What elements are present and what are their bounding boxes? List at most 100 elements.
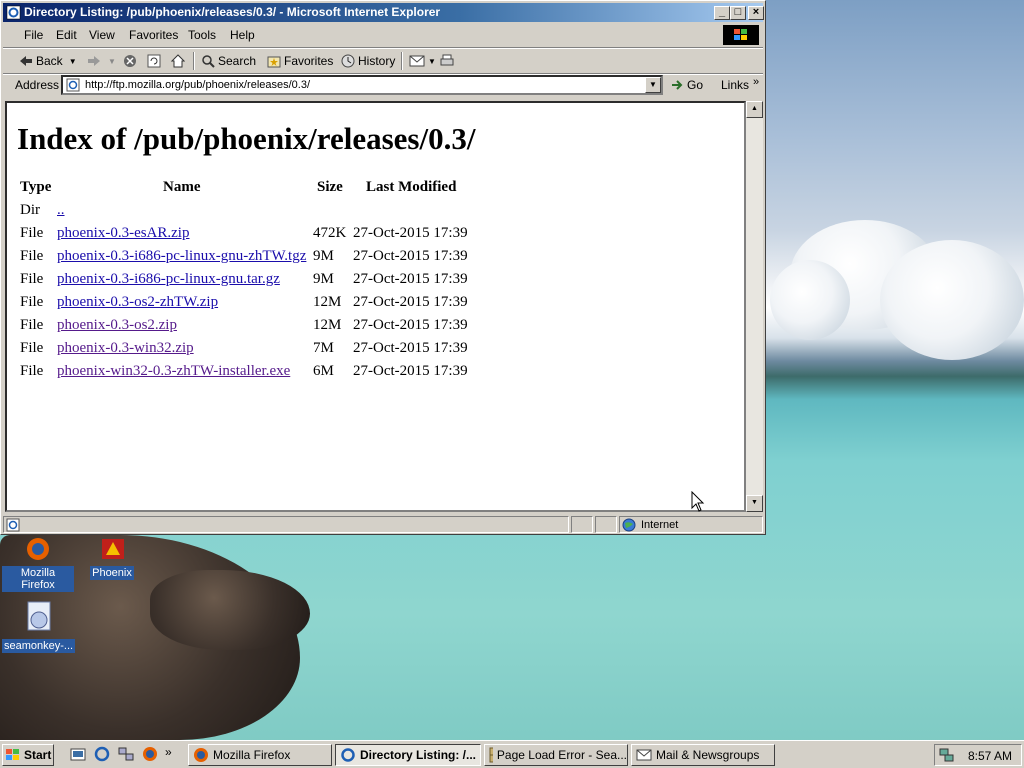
row-size: 12M <box>313 294 342 310</box>
row-type: File <box>20 248 44 264</box>
chevron-right-icon[interactable]: » <box>165 745 172 759</box>
row-modified: 27-Oct-2015 17:39 <box>353 294 468 310</box>
task-mozilla-firefox[interactable]: Mozilla Firefox <box>188 744 332 766</box>
desktop-icon-firefox[interactable]: Mozilla Firefox <box>2 537 74 592</box>
forward-button[interactable]: ▼ <box>87 52 116 70</box>
mouse-cursor-icon <box>691 491 705 512</box>
column-header-type: Type <box>20 179 52 195</box>
chevron-down-icon: ▼ <box>649 80 657 89</box>
file-link[interactable]: phoenix-0.3-win32.zip <box>57 340 194 356</box>
parent-dir-link[interactable]: .. <box>57 202 65 218</box>
firefox-icon[interactable] <box>142 746 158 762</box>
row-type: File <box>20 271 44 287</box>
links-button[interactable]: Links <box>721 78 749 92</box>
address-url: http://ftp.mozilla.org/pub/phoenix/relea… <box>85 79 311 91</box>
row-size: 472K <box>313 225 347 241</box>
row-type: File <box>20 294 44 310</box>
show-desktop-icon[interactable] <box>70 746 86 762</box>
row-size: 6M <box>313 363 334 379</box>
favorites-button[interactable]: Favorites <box>267 52 333 70</box>
phoenix-icon <box>102 539 124 559</box>
ie-icon <box>341 748 355 762</box>
history-button[interactable]: History <box>341 52 395 70</box>
status-bar: Internet <box>3 515 763 534</box>
scroll-up-button[interactable]: ▲ <box>746 101 763 118</box>
minimize-button[interactable]: _ <box>714 6 730 20</box>
row-modified: 27-Oct-2015 17:39 <box>353 271 468 287</box>
file-link[interactable]: phoenix-0.3-esAR.zip <box>57 225 189 241</box>
file-link[interactable]: phoenix-win32-0.3-zhTW-installer.exe <box>57 363 290 379</box>
chevron-down-icon[interactable]: ▼ <box>108 57 116 66</box>
row-type: File <box>20 225 44 241</box>
page-heading: Index of /pub/phoenix/releases/0.3/ <box>17 121 476 156</box>
menu-help[interactable]: Help <box>230 28 255 42</box>
file-link[interactable]: phoenix-0.3-os2-zhTW.zip <box>57 294 218 310</box>
taskbar: Start » Mozilla Firefox Directory Listin… <box>0 740 1024 768</box>
favorites-icon <box>267 56 281 68</box>
close-button[interactable]: × <box>748 6 764 20</box>
vertical-scrollbar[interactable]: ▲ ▼ <box>746 101 763 512</box>
task-page-load-error[interactable]: Page Load Error - Sea... <box>484 744 628 766</box>
go-button[interactable]: Go <box>671 78 703 92</box>
start-button[interactable]: Start <box>2 744 54 766</box>
desktop-icon-seamonkey[interactable]: seamonkey-... <box>2 600 76 653</box>
menu-file[interactable]: File <box>24 28 43 42</box>
stop-button[interactable] <box>123 52 140 70</box>
file-link[interactable]: phoenix-0.3-i686-pc-linux-gnu-zhTW.tgz <box>57 248 306 264</box>
windows-logo-icon <box>6 749 19 760</box>
page-status-icon <box>6 518 20 532</box>
mail-button[interactable]: ▼ <box>409 52 436 70</box>
file-link[interactable]: phoenix-0.3-os2.zip <box>57 317 177 333</box>
menu-favorites[interactable]: Favorites <box>129 28 178 42</box>
row-size: 12M <box>313 317 342 333</box>
address-input[interactable]: http://ftp.mozilla.org/pub/phoenix/relea… <box>61 75 663 95</box>
task-directory-listing[interactable]: Directory Listing: /... <box>335 744 481 766</box>
address-bar: Address http://ftp.mozilla.org/pub/phoen… <box>5 75 761 97</box>
standard-toolbar: Back ▼ ▼ Search Favorites History ▼ <box>5 49 761 73</box>
menu-tools[interactable]: Tools <box>188 28 216 42</box>
row-modified: 27-Oct-2015 17:39 <box>353 225 468 241</box>
back-button[interactable]: Back ▼ <box>19 52 77 70</box>
chevron-right-icon[interactable]: » <box>753 76 759 88</box>
network-tray-icon[interactable] <box>939 747 955 763</box>
chevron-up-icon: ▲ <box>751 105 758 112</box>
maximize-button[interactable]: □ <box>730 6 746 20</box>
task-mail-newsgroups[interactable]: Mail & Newsgroups <box>631 744 775 766</box>
forward-arrow-icon <box>88 56 100 66</box>
network-icon[interactable] <box>118 746 134 762</box>
scroll-down-button[interactable]: ▼ <box>746 495 763 512</box>
address-label: Address <box>15 78 60 92</box>
title-bar[interactable]: Directory Listing: /pub/phoenix/releases… <box>3 3 764 22</box>
stop-icon <box>124 55 136 67</box>
browser-window: Directory Listing: /pub/phoenix/releases… <box>0 0 766 535</box>
desktop-icon-phoenix[interactable]: Phoenix <box>76 537 148 580</box>
ie-icon[interactable] <box>94 746 110 762</box>
chevron-down-icon[interactable]: ▼ <box>428 57 436 66</box>
history-icon <box>341 54 355 68</box>
search-icon <box>202 55 215 68</box>
address-dropdown-button[interactable]: ▼ <box>645 77 661 93</box>
chevron-down-icon[interactable]: ▼ <box>69 57 77 66</box>
mail-icon <box>636 749 652 761</box>
clock[interactable]: 8:57 AM <box>968 749 1012 763</box>
system-tray: 8:57 AM <box>934 744 1022 766</box>
search-button[interactable]: Search <box>201 52 256 70</box>
menu-view[interactable]: View <box>89 28 115 42</box>
column-header-name: Name <box>163 179 201 195</box>
print-button[interactable] <box>439 52 458 70</box>
menu-bar: File Edit View Favorites Tools Help <box>5 24 761 46</box>
ie-page-icon <box>66 78 80 92</box>
file-link[interactable]: phoenix-0.3-i686-pc-linux-gnu.tar.gz <box>57 271 280 287</box>
refresh-button[interactable] <box>147 52 164 70</box>
firefox-icon <box>27 538 49 560</box>
row-modified: 27-Oct-2015 17:39 <box>353 317 468 333</box>
column-header-size: Size <box>317 179 343 195</box>
home-icon <box>171 54 185 68</box>
row-type: Dir <box>20 202 40 218</box>
home-button[interactable] <box>171 52 188 70</box>
row-type: File <box>20 340 44 356</box>
page-content: Index of /pub/phoenix/releases/0.3/ Type… <box>5 101 746 512</box>
print-icon <box>440 54 454 66</box>
window-title: Directory Listing: /pub/phoenix/releases… <box>24 5 441 19</box>
menu-edit[interactable]: Edit <box>56 28 77 42</box>
